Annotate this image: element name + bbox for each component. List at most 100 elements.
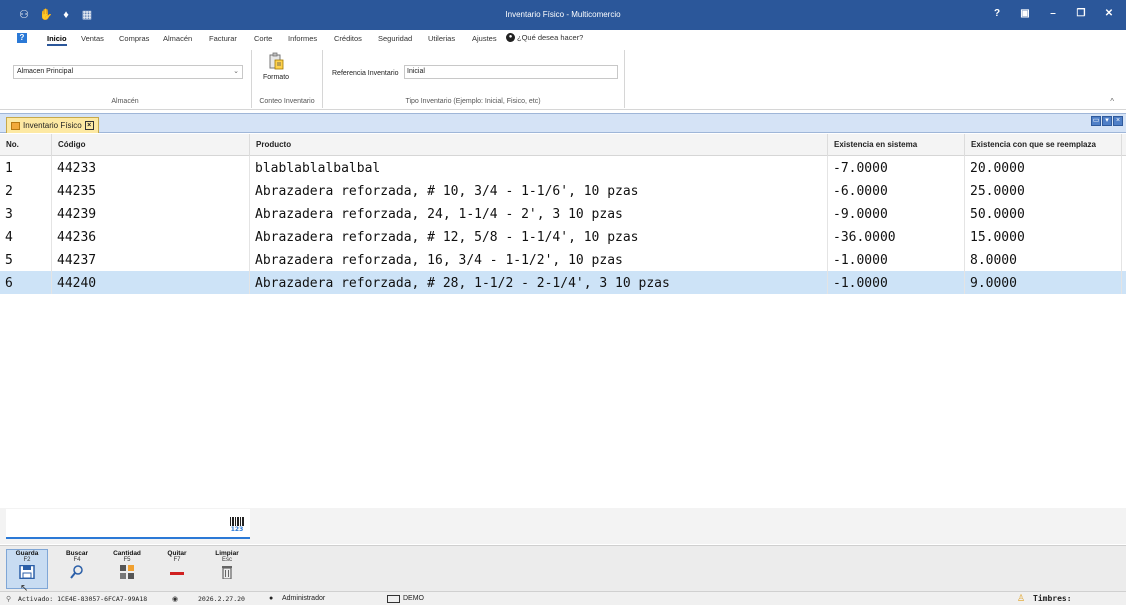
cell-reemplaza[interactable]: 15.0000 — [965, 225, 1122, 248]
table-row[interactable]: 4 44236 Abrazadera reforzada, # 12, 5/8 - … — [0, 225, 1126, 248]
tab-inicio[interactable]: Inicio — [47, 34, 67, 46]
cell-reemplaza[interactable]: 25.0000 — [965, 179, 1122, 202]
cell-no[interactable]: 1 — [0, 156, 52, 179]
almacen-select[interactable]: Almacen Principal ⌄ — [13, 65, 243, 79]
cell-no[interactable]: 5 — [0, 248, 52, 271]
col-header-codigo[interactable]: Código — [52, 134, 250, 156]
cell-reemplaza[interactable]: 9.0000 — [965, 271, 1122, 294]
window-controls: ? ▣ – ❐ ✕ — [990, 7, 1116, 21]
tab-informes[interactable]: Informes — [288, 34, 317, 43]
limpiar-key: Esc — [221, 557, 232, 563]
table-row[interactable]: 5 44237 Abrazadera reforzada, 16, 3/4 - 1-… — [0, 248, 1126, 271]
tab-seguridad[interactable]: Seguridad — [378, 34, 412, 43]
cell-sistema[interactable]: -1.0000 — [828, 271, 965, 294]
cell-no[interactable]: 2 — [0, 179, 52, 202]
col-header-no[interactable]: No. — [0, 134, 52, 156]
doc-dropdown-icon[interactable]: ▾ — [1102, 116, 1112, 126]
tab-compras[interactable]: Compras — [119, 34, 149, 43]
cell-codigo[interactable]: 44236 — [52, 225, 250, 248]
cell-producto[interactable]: Abrazadera reforzada, # 10, 3/4 - 1-1/6'… — [250, 179, 828, 202]
tab-almacen[interactable]: Almacén — [163, 34, 192, 43]
table-row[interactable]: 1 44233 blablablalbalbal -7.0000 20.0000 — [0, 156, 1126, 179]
lightbulb-icon: ● — [506, 33, 515, 42]
col-header-reemplaza[interactable]: Existencia con que se reemplaza — [965, 134, 1122, 156]
doc-close-icon[interactable]: × — [1113, 116, 1123, 126]
group-separator — [624, 50, 625, 108]
cantidad-button[interactable]: Cantidad F5 — [106, 549, 148, 589]
cell-sistema[interactable]: -9.0000 — [828, 202, 965, 225]
ribbon-display-button[interactable]: ▣ — [1018, 7, 1032, 21]
help-icon[interactable]: ? — [17, 33, 27, 43]
table-row[interactable]: 6 44240 Abrazadera reforzada, # 28, 1-1/2 … — [0, 271, 1126, 294]
quitar-button[interactable]: Quitar F7 — [156, 549, 198, 589]
cell-reemplaza[interactable]: 8.0000 — [965, 248, 1122, 271]
cell-codigo[interactable]: 44235 — [52, 179, 250, 202]
action-toolbar: Guarda F2 Buscar F4 Cantidad F5 Quitar F… — [0, 545, 1126, 594]
cell-codigo[interactable]: 44239 — [52, 202, 250, 225]
cell-codigo[interactable]: 44240 — [52, 271, 250, 294]
barcode-input[interactable] — [6, 509, 250, 539]
cell-no[interactable]: 4 — [0, 225, 52, 248]
eye-icon[interactable]: ◉ — [172, 595, 178, 603]
restore-button[interactable]: ❐ — [1074, 7, 1088, 21]
cell-producto[interactable]: Abrazadera reforzada, # 28, 1-1/2 - 2-1/… — [250, 271, 828, 294]
doc-tab-inventario[interactable]: Inventario Físico × — [6, 117, 99, 133]
cell-sistema[interactable]: -36.0000 — [828, 225, 965, 248]
cell-sistema[interactable]: -7.0000 — [828, 156, 965, 179]
buscar-button[interactable]: Buscar F4 — [56, 549, 98, 589]
help-button[interactable]: ? — [990, 7, 1004, 21]
cell-producto[interactable]: Abrazadera reforzada, 24, 1-1/4 - 2', 3 … — [250, 202, 828, 225]
cell-producto[interactable]: blablablalbalbal — [250, 156, 828, 179]
buscar-label: Buscar — [65, 550, 89, 557]
cell-producto[interactable]: Abrazadera reforzada, 16, 3/4 - 1-1/2', … — [250, 248, 828, 271]
buscar-key: F4 — [73, 557, 81, 563]
tell-me-search[interactable]: ● ¿Qué desea hacer? — [506, 33, 583, 42]
formato-button[interactable]: Formato — [257, 52, 295, 94]
activation-text: Activado: 1CE4E-83057-6FCA7-99A18 — [18, 595, 148, 603]
tab-creditos[interactable]: Créditos — [334, 34, 362, 43]
tab-facturar[interactable]: Facturar — [209, 34, 237, 43]
guarda-key: F2 — [23, 557, 31, 563]
cell-sistema[interactable]: -1.0000 — [828, 248, 965, 271]
barcode-digits: 123 — [230, 526, 244, 533]
cell-reemplaza[interactable]: 50.0000 — [965, 202, 1122, 225]
cell-no[interactable]: 3 — [0, 202, 52, 225]
barcode-icon[interactable]: 123 — [229, 516, 245, 534]
cell-codigo[interactable]: 44237 — [52, 248, 250, 271]
close-tab-icon[interactable]: × — [84, 121, 94, 130]
grid-header: No. Código Producto Existencia en sistem… — [0, 134, 1126, 156]
doc-restore-icon[interactable]: ▭ — [1091, 116, 1101, 126]
quitar-label: Quitar — [167, 550, 187, 557]
tab-ajustes[interactable]: Ajustes — [472, 34, 497, 43]
close-button[interactable]: ✕ — [1102, 7, 1116, 21]
tab-ventas[interactable]: Ventas — [81, 34, 104, 43]
monitor-icon — [387, 595, 400, 603]
cell-sistema[interactable]: -6.0000 — [828, 179, 965, 202]
timbres-label: Timbres: — [1033, 594, 1072, 603]
window-title: Inventario Físico - Multicomercio — [505, 10, 621, 19]
version-text: 2026.2.27.20 — [198, 595, 245, 603]
limpiar-button[interactable]: Limpiar Esc — [206, 549, 248, 589]
cell-codigo[interactable]: 44233 — [52, 156, 250, 179]
cell-reemplaza[interactable]: 20.0000 — [965, 156, 1122, 179]
inventory-grid: No. Código Producto Existencia en sistem… — [0, 134, 1126, 294]
col-header-sistema[interactable]: Existencia en sistema — [828, 134, 965, 156]
title-bar: ⚇ ✋ ♦ ▦ Inventario Físico - Multicomerci… — [0, 0, 1126, 30]
cell-no[interactable]: 6 — [0, 271, 52, 294]
referencia-input[interactable]: Inicial — [404, 65, 618, 79]
tab-corte[interactable]: Corte — [254, 34, 272, 43]
col-header-producto[interactable]: Producto — [250, 134, 828, 156]
cell-producto[interactable]: Abrazadera reforzada, # 12, 5/8 - 1-1/4'… — [250, 225, 828, 248]
tab-utilerias[interactable]: Utilerias — [428, 34, 455, 43]
group-label-tipo: Tipo Inventario (Ejemplo: Inicial, Fisic… — [405, 98, 541, 105]
collapse-ribbon-icon[interactable]: ^ — [1110, 97, 1114, 106]
minimize-button[interactable]: – — [1046, 7, 1060, 21]
ribbon-body: Almacen Principal ⌄ Almacén Formato Cont… — [0, 47, 1126, 110]
tell-me-text: ¿Qué desea hacer? — [517, 33, 584, 42]
chevron-down-icon: ⌄ — [233, 68, 239, 75]
key-icon: ⚲ — [6, 596, 12, 603]
clipboard-icon — [268, 52, 284, 70]
table-row[interactable]: 2 44235 Abrazadera reforzada, # 10, 3/4 - … — [0, 179, 1126, 202]
table-row[interactable]: 3 44239 Abrazadera reforzada, 24, 1-1/4 - … — [0, 202, 1126, 225]
document-tab-bar: Inventario Físico × ▭ ▾ × — [0, 113, 1126, 133]
